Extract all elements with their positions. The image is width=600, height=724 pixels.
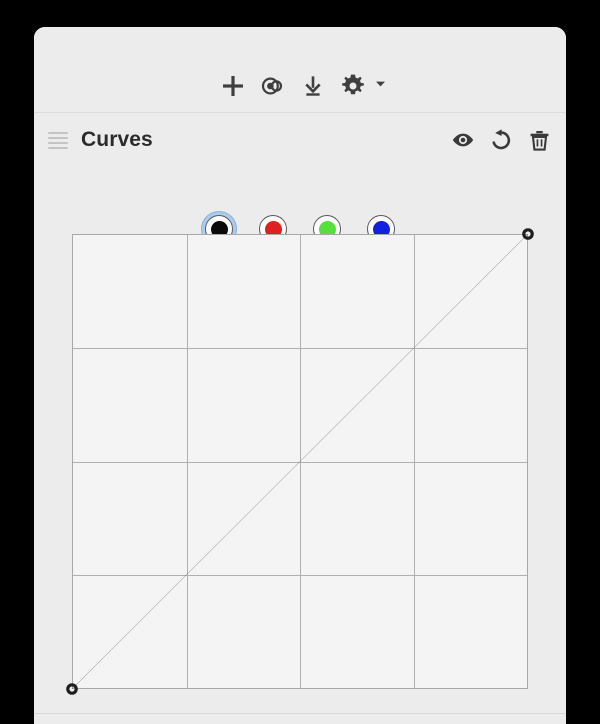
download-icon <box>300 73 326 99</box>
delete-button[interactable] <box>526 127 552 153</box>
drag-handle-line <box>48 141 68 144</box>
layer-header-row: Curves <box>34 114 566 166</box>
mask-button[interactable] <box>253 66 293 106</box>
curve-control-points[interactable] <box>66 228 534 695</box>
panel-toolbar <box>34 27 566 113</box>
curves-panel: Curves <box>34 27 566 724</box>
page-title: Curves <box>81 128 153 151</box>
import-preset-button[interactable] <box>293 66 333 106</box>
panel-bottom-divider <box>34 713 566 714</box>
reset-icon <box>489 128 513 152</box>
trash-icon <box>528 129 551 152</box>
reset-button[interactable] <box>488 127 514 153</box>
chevron-down-icon <box>374 77 387 95</box>
layer-actions <box>450 127 552 153</box>
drag-handle-line <box>48 136 68 139</box>
drag-handle-line <box>48 131 68 134</box>
eye-icon <box>451 128 475 152</box>
gear-icon <box>333 66 373 106</box>
drag-handle-icon[interactable] <box>46 128 70 152</box>
plus-icon <box>220 73 246 99</box>
toggle-visibility-button[interactable] <box>450 127 476 153</box>
settings-menu-button[interactable] <box>333 66 387 106</box>
drag-handle-line <box>48 146 68 149</box>
add-adjustment-button[interactable] <box>213 66 253 106</box>
curve-editor[interactable] <box>66 228 534 695</box>
masks-icon <box>260 73 286 99</box>
